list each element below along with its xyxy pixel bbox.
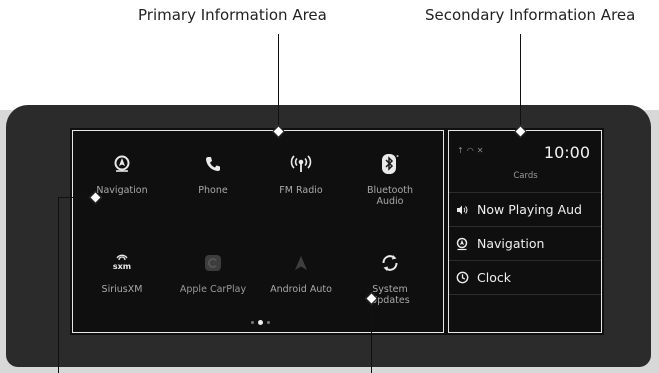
secondary-area-leader-line xyxy=(520,34,522,131)
secondary-information-area-frame xyxy=(448,130,602,333)
primary-area-callout: Primary Information Area xyxy=(138,6,327,24)
secondary-area-callout: Secondary Information Area xyxy=(425,6,636,24)
primary-information-area-frame xyxy=(72,130,444,333)
page-leader-line xyxy=(371,298,373,373)
app-icon-leader-line xyxy=(58,197,60,373)
primary-area-leader-line xyxy=(278,34,280,131)
